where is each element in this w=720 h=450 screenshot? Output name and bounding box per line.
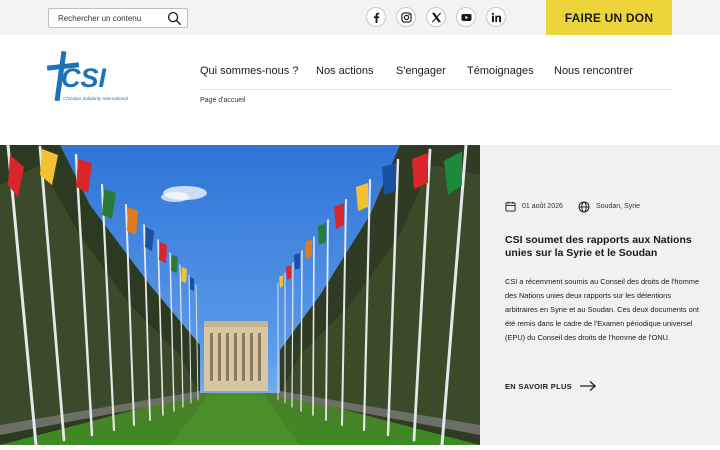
youtube-icon: [460, 13, 472, 21]
nav-item-actions[interactable]: Nos actions: [316, 65, 373, 77]
csi-logo[interactable]: CSI Christian Solidarity International: [46, 50, 139, 104]
calendar-icon: [505, 201, 516, 212]
breadcrumb-home[interactable]: Page d'accueil: [200, 97, 245, 104]
nav-item-about[interactable]: Qui sommes-nous ?: [200, 65, 298, 77]
main-nav: Qui sommes-nous ? Nos actions S'engager …: [200, 65, 672, 81]
search-input[interactable]: [58, 12, 158, 25]
arrow-right-icon: [580, 381, 597, 391]
article-title[interactable]: CSI soumet des rapports aux Nations unie…: [505, 234, 695, 260]
youtube-link[interactable]: [456, 7, 476, 27]
read-more-label: EN SAVOIR PLUS: [505, 382, 572, 391]
linkedin-icon: [491, 12, 501, 22]
logo-tagline: Christian Solidarity International: [63, 96, 129, 101]
x-link[interactable]: [426, 7, 446, 27]
search-box[interactable]: [48, 8, 188, 28]
logo-wordmark: CSI: [61, 63, 107, 93]
nav-divider: [200, 89, 672, 90]
search-icon[interactable]: [167, 11, 182, 26]
instagram-icon: [400, 11, 412, 23]
article-date: 01 août 2026: [522, 203, 563, 210]
hero-image: [0, 145, 480, 445]
article-card: 01 août 2026 Soudan, Syrie CSI soumet de…: [480, 145, 720, 445]
globe-icon: [578, 201, 590, 213]
facebook-link[interactable]: [366, 7, 386, 27]
linkedin-link[interactable]: [486, 7, 506, 27]
donate-button[interactable]: FAIRE UN DON: [546, 0, 672, 35]
nav-item-meet[interactable]: Nous rencontrer: [554, 65, 633, 77]
instagram-link[interactable]: [396, 7, 416, 27]
x-icon: [431, 12, 441, 22]
nav-item-engage[interactable]: S'engager: [396, 65, 446, 77]
nav-item-testimonies[interactable]: Témoignages: [467, 65, 534, 77]
article-summary: CSI a récemment soumis au Conseil des dr…: [505, 277, 700, 342]
facebook-icon: [373, 12, 379, 23]
article-location: Soudan, Syrie: [596, 203, 640, 210]
top-bar: FAIRE UN DON: [0, 0, 720, 35]
